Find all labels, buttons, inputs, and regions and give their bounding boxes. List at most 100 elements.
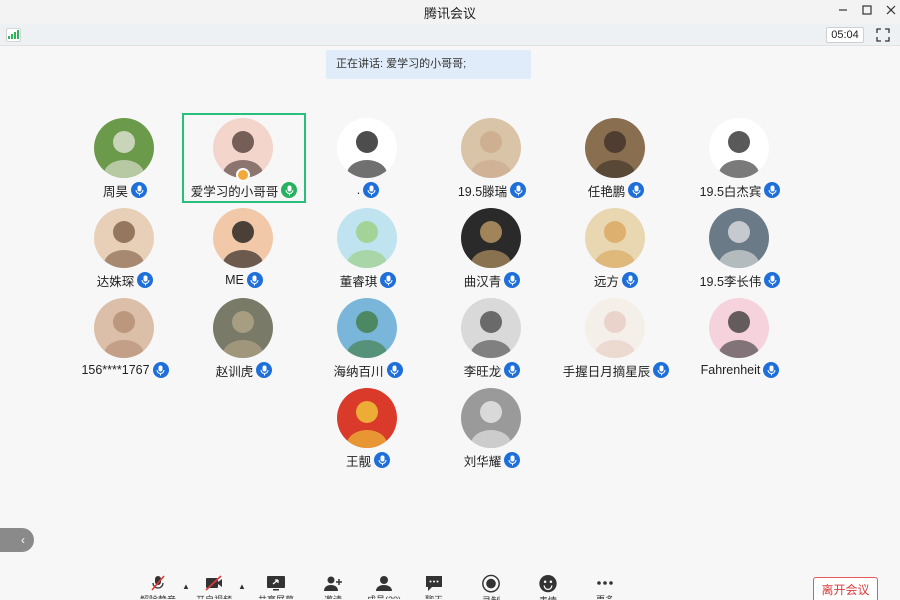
chat-button[interactable]: 聊天 <box>412 574 456 600</box>
participant-tile[interactable]: 156****1767 <box>63 293 187 383</box>
invite-button[interactable]: 邀请 <box>311 574 355 600</box>
participant-name: 董睿琪 <box>339 274 378 289</box>
video-options-caret[interactable]: ▲ <box>238 582 246 591</box>
microphone-icon <box>246 272 263 288</box>
avatar <box>461 298 521 358</box>
more-button[interactable]: 更多 <box>583 574 627 600</box>
participant-tile[interactable]: Fahrenheit <box>678 293 802 383</box>
window-title: 腾讯会议 <box>423 6 476 21</box>
microphone-icon <box>137 272 154 288</box>
participant-name-line: 海纳百川 <box>306 361 430 379</box>
participant-name: . <box>356 183 361 197</box>
mic-options-caret[interactable]: ▲ <box>182 582 190 591</box>
collapse-panel-button[interactable]: ‹ <box>0 528 34 552</box>
participant-name: 手握日月摘星辰 <box>562 364 651 379</box>
participant-name-line: 手握日月摘星辰 <box>554 361 678 379</box>
start-video-button[interactable]: 开启视频 <box>192 574 236 600</box>
microphone-icon <box>764 182 781 198</box>
participant-tile[interactable]: 曲汉青 <box>430 203 554 293</box>
microphone-icon <box>374 452 390 468</box>
participant-name: 王靓 <box>345 454 371 469</box>
meeting-timer: 05:04 <box>826 27 864 43</box>
participant-tile[interactable]: ME <box>182 203 306 293</box>
participant-name-line: 董睿琪 <box>306 271 430 289</box>
participant-tile[interactable]: 爱学习的小哥哥 <box>182 113 306 203</box>
close-icon <box>886 5 896 15</box>
participant-name-line: 远方 <box>554 271 678 289</box>
participant-name-line: 任艳鹏 <box>554 181 678 199</box>
participant-tile[interactable]: 李旺龙 <box>430 293 554 383</box>
unmute-label: 解除静音 <box>140 593 176 599</box>
close-button[interactable] <box>879 0 900 20</box>
start-video-label: 开启视频 <box>196 593 232 599</box>
fullscreen-icon[interactable] <box>874 26 892 44</box>
participant-name: 任艳鹏 <box>587 184 626 199</box>
participant-name: 远方 <box>593 274 619 289</box>
avatar <box>213 298 273 358</box>
speaking-banner: 正在讲话: 爱学习的小哥哥; <box>326 50 531 79</box>
members-button[interactable]: 成员(20) <box>362 574 406 600</box>
participant-tile[interactable]: 周昊 <box>63 113 187 203</box>
participant-tile[interactable]: 手握日月摘星辰 <box>554 293 678 383</box>
participant-name: 19.5滕瑞 <box>457 184 508 199</box>
microphone-icon <box>281 182 298 198</box>
title-bar: 腾讯会议 <box>0 0 900 24</box>
participant-name-line: 周昊 <box>63 181 187 199</box>
participant-name: 19.5李长伟 <box>699 274 762 289</box>
participant-name-line: 李旺龙 <box>430 361 554 379</box>
share-screen-button[interactable]: 共享屏幕 <box>254 574 298 600</box>
participant-name: 周昊 <box>102 184 128 199</box>
participant-tile[interactable]: 任艳鹏 <box>554 113 678 203</box>
record-button[interactable]: 录制 <box>469 574 513 600</box>
microphone-icon <box>622 272 638 288</box>
avatar <box>709 298 769 358</box>
participant-name: 海纳百川 <box>333 364 384 379</box>
participant-name-line: . <box>306 181 430 199</box>
microphone-icon <box>504 362 521 378</box>
chevron-left-icon: ‹ <box>21 533 25 547</box>
maximize-button[interactable] <box>855 0 879 20</box>
microphone-icon <box>763 362 780 378</box>
meeting-toolbar: 05:04 <box>0 24 900 46</box>
participant-tile[interactable]: 远方 <box>554 203 678 293</box>
microphone-icon <box>764 272 781 288</box>
participant-tile[interactable]: . <box>306 113 430 203</box>
emoji-label: 表情 <box>539 594 557 600</box>
participant-tile[interactable]: 19.5白杰宾 <box>678 113 802 203</box>
participant-name-line: 曲汉青 <box>430 271 554 289</box>
participant-name-line: ME <box>182 271 306 289</box>
participant-name: 刘华耀 <box>463 454 502 469</box>
emoji-button[interactable]: 表情 <box>526 574 570 600</box>
signal-strength-icon[interactable] <box>6 28 21 42</box>
participant-tile[interactable]: 19.5李长伟 <box>678 203 802 293</box>
microphone-icon <box>386 362 403 378</box>
participant-tile[interactable]: 王靓 <box>306 383 430 473</box>
participant-tile[interactable]: 董睿琪 <box>306 203 430 293</box>
avatar <box>94 208 154 268</box>
record-label: 录制 <box>482 594 500 600</box>
microphone-icon <box>363 182 380 198</box>
participant-tile[interactable]: 达姝琛 <box>63 203 187 293</box>
participant-name: 曲汉青 <box>463 274 502 289</box>
more-icon <box>597 581 613 585</box>
participant-name-line: Fahrenheit <box>678 361 802 379</box>
avatar <box>213 208 273 268</box>
participant-tile[interactable]: 海纳百川 <box>306 293 430 383</box>
participant-tile[interactable]: 19.5滕瑞 <box>430 113 554 203</box>
avatar <box>337 298 397 358</box>
participant-tile[interactable]: 赵训虎 <box>182 293 306 383</box>
avatar <box>585 298 645 358</box>
avatar <box>585 208 645 268</box>
microphone-icon <box>131 182 147 198</box>
leave-meeting-button[interactable]: 离开会议 <box>813 577 878 600</box>
invite-label: 邀请 <box>324 593 342 599</box>
minimize-button[interactable] <box>831 0 855 20</box>
mic-muted-icon <box>151 575 165 591</box>
unmute-button[interactable]: 解除静音 <box>136 574 180 600</box>
microphone-icon <box>653 362 670 378</box>
participant-tile[interactable]: 刘华耀 <box>430 383 554 473</box>
emoji-icon <box>539 574 557 593</box>
avatar <box>709 208 769 268</box>
more-label: 更多 <box>596 593 614 599</box>
microphone-icon <box>380 272 397 288</box>
